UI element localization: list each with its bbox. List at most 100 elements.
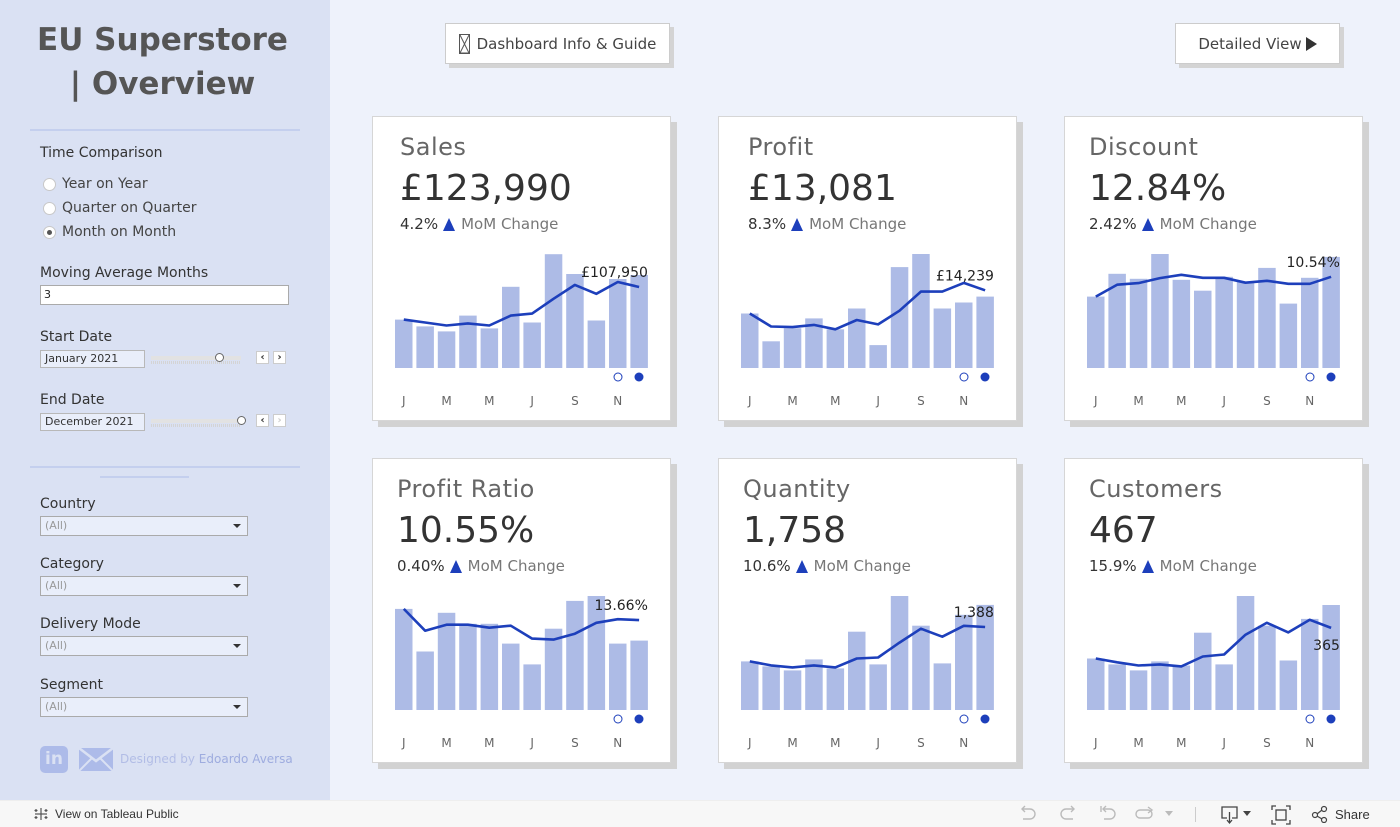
bar-jun[interactable] bbox=[1194, 290, 1212, 368]
bar-jul[interactable] bbox=[869, 345, 887, 368]
bar-sep[interactable] bbox=[1258, 625, 1276, 710]
bar-feb[interactable] bbox=[762, 341, 780, 368]
bar-mar[interactable] bbox=[1129, 278, 1148, 368]
radio-month-on-month[interactable]: Month on Month bbox=[43, 224, 176, 240]
pager-dot-active[interactable] bbox=[980, 372, 990, 382]
bar-jun[interactable] bbox=[848, 308, 866, 369]
chart-profit[interactable]: £14,239 J M M J S N bbox=[719, 117, 1018, 422]
pager-dot-inactive[interactable] bbox=[613, 714, 623, 724]
radio-quarter-on-quarter[interactable]: Quarter on Quarter bbox=[43, 200, 197, 216]
bar-jul[interactable] bbox=[1215, 276, 1233, 368]
pager-dot-inactive[interactable] bbox=[1305, 714, 1315, 724]
pager-dot-inactive[interactable] bbox=[959, 372, 969, 382]
bar-mar[interactable] bbox=[783, 670, 802, 710]
pager-dot-active[interactable] bbox=[1326, 372, 1336, 382]
bar-may[interactable] bbox=[826, 668, 845, 710]
bar-aug[interactable] bbox=[890, 267, 909, 368]
bar-oct[interactable] bbox=[933, 308, 952, 369]
bar-aug[interactable] bbox=[890, 596, 909, 710]
start-date-prev-button[interactable]: ‹ bbox=[256, 351, 269, 364]
bar-feb[interactable] bbox=[416, 326, 434, 368]
detailed-view-button[interactable]: Detailed View bbox=[1175, 23, 1340, 64]
start-date-slider[interactable] bbox=[151, 353, 241, 364]
country-filter-select[interactable]: (All) bbox=[40, 516, 248, 536]
bar-nov[interactable] bbox=[1301, 277, 1319, 368]
bar-jan[interactable] bbox=[395, 608, 413, 710]
bar-apr[interactable] bbox=[459, 623, 477, 710]
bar-oct[interactable] bbox=[1279, 303, 1298, 368]
moving-average-input[interactable]: 3 bbox=[40, 285, 289, 305]
bar-jan[interactable] bbox=[1087, 296, 1105, 368]
bar-jan[interactable] bbox=[741, 661, 759, 710]
bar-oct[interactable] bbox=[933, 663, 952, 710]
bar-dec[interactable] bbox=[1322, 605, 1340, 710]
end-date-next-button[interactable]: › bbox=[273, 414, 286, 427]
chart-profit-ratio[interactable]: 13.66% J M M J S N bbox=[373, 459, 672, 764]
undo-icon[interactable] bbox=[1018, 805, 1038, 823]
pager-dot-active[interactable] bbox=[634, 714, 644, 724]
bar-may[interactable] bbox=[826, 329, 845, 368]
bar-feb[interactable] bbox=[416, 651, 434, 711]
moving-average-line[interactable] bbox=[403, 280, 640, 327]
start-date-input[interactable]: January 2021 bbox=[40, 350, 145, 368]
bar-jan[interactable] bbox=[395, 319, 413, 368]
bar-jan[interactable] bbox=[741, 313, 759, 369]
pager-dot-inactive[interactable] bbox=[959, 714, 969, 724]
bar-nov[interactable] bbox=[1301, 618, 1319, 710]
delivery-mode-filter-select[interactable]: (All) bbox=[40, 636, 248, 656]
bar-apr[interactable] bbox=[1151, 661, 1169, 710]
bar-dec[interactable] bbox=[976, 296, 994, 368]
chart-quantity[interactable]: 1,388 J M M J S N bbox=[719, 459, 1018, 764]
bar-sep[interactable] bbox=[566, 600, 584, 710]
share-button[interactable]: Share bbox=[1311, 805, 1370, 823]
mail-icon[interactable] bbox=[79, 748, 113, 771]
bar-nov[interactable] bbox=[609, 643, 627, 710]
author-link[interactable]: Edoardo Aversa bbox=[199, 752, 293, 766]
bar-nov[interactable] bbox=[955, 302, 973, 369]
bar-jun[interactable] bbox=[502, 643, 520, 710]
bar-jun[interactable] bbox=[848, 631, 866, 710]
chart-customers[interactable]: 365 J M M J S N bbox=[1065, 459, 1364, 764]
refresh-dropdown-icon[interactable] bbox=[1164, 810, 1174, 818]
bar-apr[interactable] bbox=[1151, 254, 1169, 368]
view-on-tableau-public-link[interactable]: View on Tableau Public bbox=[33, 806, 179, 822]
bar-feb[interactable] bbox=[1108, 664, 1126, 710]
bar-feb[interactable] bbox=[762, 666, 780, 710]
bar-jun[interactable] bbox=[1194, 632, 1212, 710]
download-dropdown-icon[interactable] bbox=[1242, 810, 1252, 818]
pager-dot-inactive[interactable] bbox=[1305, 372, 1315, 382]
end-date-prev-button[interactable]: ‹ bbox=[256, 414, 269, 427]
start-date-next-button[interactable]: › bbox=[273, 351, 286, 364]
refresh-icon[interactable] bbox=[1135, 805, 1157, 823]
category-filter-select[interactable]: (All) bbox=[40, 576, 248, 596]
linkedin-icon[interactable]: in bbox=[40, 746, 68, 773]
dashboard-info-button[interactable]: Dashboard Info & Guide bbox=[445, 23, 670, 64]
bar-dec[interactable] bbox=[630, 275, 648, 368]
slider-thumb[interactable] bbox=[237, 416, 246, 425]
bar-mar[interactable] bbox=[1129, 670, 1148, 710]
revert-icon[interactable] bbox=[1098, 805, 1118, 823]
bar-jan[interactable] bbox=[1087, 658, 1105, 711]
bar-may[interactable] bbox=[480, 328, 499, 368]
bar-aug[interactable] bbox=[1236, 596, 1255, 710]
bar-jun[interactable] bbox=[502, 286, 520, 368]
pager-dot-active[interactable] bbox=[1326, 714, 1336, 724]
download-icon[interactable] bbox=[1220, 805, 1240, 825]
radio-year-on-year[interactable]: Year on Year bbox=[43, 176, 148, 192]
end-date-input[interactable]: December 2021 bbox=[40, 413, 145, 431]
bar-aug[interactable] bbox=[1236, 281, 1255, 368]
bar-oct[interactable] bbox=[1279, 660, 1298, 711]
bar-may[interactable] bbox=[1172, 665, 1191, 711]
moving-average-line[interactable] bbox=[749, 624, 986, 669]
bar-sep[interactable] bbox=[912, 254, 930, 368]
bar-dec[interactable] bbox=[1322, 256, 1340, 368]
moving-average-line[interactable] bbox=[1095, 618, 1332, 668]
bar-jul[interactable] bbox=[523, 664, 541, 710]
bar-jul[interactable] bbox=[869, 664, 887, 710]
chart-discount[interactable]: 10.54% J M M J S N bbox=[1065, 117, 1364, 422]
end-date-slider[interactable] bbox=[151, 416, 246, 427]
bar-may[interactable] bbox=[480, 623, 499, 710]
bar-oct[interactable] bbox=[587, 320, 606, 369]
bar-jul[interactable] bbox=[1215, 664, 1233, 710]
pager-dot-active[interactable] bbox=[634, 372, 644, 382]
